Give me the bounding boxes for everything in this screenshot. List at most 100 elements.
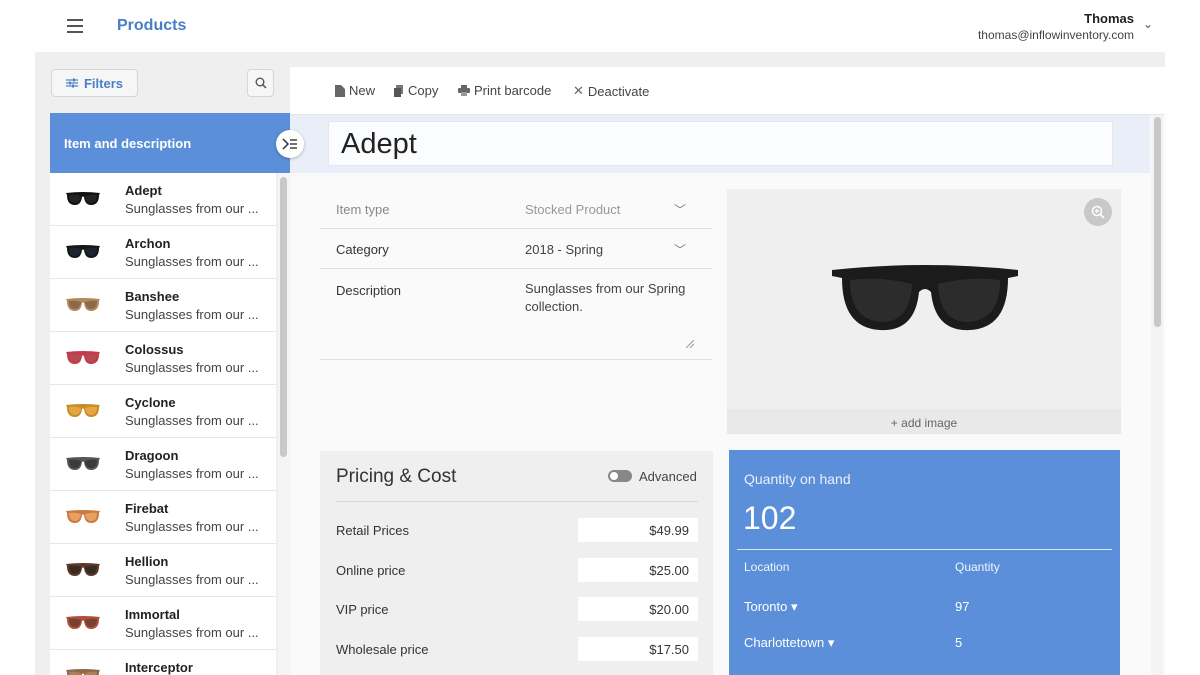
list-item[interactable]: Dragoon Sunglasses from our ... bbox=[50, 438, 276, 491]
sunglasses-thumbnail bbox=[66, 457, 100, 470]
list-item-name: Colossus bbox=[125, 342, 184, 357]
search-icon bbox=[255, 77, 267, 89]
item-details-form: Item type Stocked Product ﹀ Category 201… bbox=[320, 189, 712, 361]
collapse-panel-button[interactable] bbox=[276, 130, 304, 158]
sunglasses-thumbnail bbox=[66, 351, 100, 364]
top-bar: Products Thomas thomas@inflowinventory.c… bbox=[0, 0, 1200, 52]
printer-icon bbox=[458, 85, 470, 96]
deactivate-button[interactable]: ✕ Deactivate bbox=[573, 83, 649, 99]
collapse-list-icon bbox=[282, 138, 297, 150]
sunglasses-thumbnail bbox=[66, 616, 100, 629]
list-item[interactable]: Hellion Sunglasses from our ... bbox=[50, 544, 276, 597]
advanced-toggle[interactable] bbox=[608, 470, 632, 482]
toolbar: New Copy Print barcode ✕ Deactivate bbox=[290, 67, 1165, 115]
price-input[interactable]: $49.99 bbox=[578, 518, 698, 542]
chevron-down-icon[interactable]: ﹀ bbox=[674, 201, 686, 218]
list-scrollbar[interactable] bbox=[278, 173, 290, 675]
list-item[interactable]: Banshee Sunglasses from our ... bbox=[50, 279, 276, 332]
description-line: Sunglasses from our Spring bbox=[525, 281, 686, 296]
chevron-down-icon[interactable]: ﹀ bbox=[674, 241, 686, 258]
list-item[interactable]: Colossus Sunglasses from our ... bbox=[50, 332, 276, 385]
list-item[interactable]: Immortal Sunglasses from our ... bbox=[50, 597, 276, 650]
item-type-label: Item type bbox=[336, 202, 390, 217]
quantity-column-header: Quantity bbox=[955, 560, 1000, 574]
list-item[interactable]: Adept Sunglasses from our ... bbox=[50, 173, 276, 226]
deactivate-label: Deactivate bbox=[587, 83, 650, 99]
sunglasses-thumbnail bbox=[66, 192, 100, 205]
item-type-select[interactable]: Stocked Product bbox=[525, 201, 620, 219]
location-dropdown[interactable]: Charlottetown ▾ bbox=[744, 635, 834, 651]
list-item-name: Adept bbox=[125, 183, 162, 198]
list-scrollbar-thumb[interactable] bbox=[280, 177, 287, 457]
sunglasses-thumbnail bbox=[66, 404, 100, 417]
zoom-button[interactable] bbox=[1084, 198, 1112, 226]
resize-handle-icon[interactable] bbox=[686, 340, 694, 348]
filters-button[interactable]: Filters bbox=[51, 69, 138, 97]
list-item[interactable]: Archon Sunglasses from our ... bbox=[50, 226, 276, 279]
price-label: VIP price bbox=[336, 602, 389, 617]
quantity-title: Quantity on hand bbox=[744, 471, 851, 487]
list-item-name: Firebat bbox=[125, 501, 169, 516]
print-barcode-button[interactable]: Print barcode bbox=[458, 83, 551, 98]
sunglasses-thumbnail bbox=[66, 298, 100, 311]
description-textarea[interactable]: Sunglasses from our Spring collection. bbox=[525, 280, 685, 316]
category-select[interactable]: 2018 - Spring bbox=[525, 241, 603, 259]
new-button[interactable]: New bbox=[335, 83, 375, 98]
print-barcode-label: Print barcode bbox=[474, 83, 552, 98]
detail-scrollbar[interactable] bbox=[1151, 115, 1163, 675]
detail-scrollbar-thumb[interactable] bbox=[1154, 117, 1161, 327]
category-row[interactable]: Category 2018 - Spring ﹀ bbox=[320, 229, 712, 269]
location-column-header: Location bbox=[744, 560, 790, 574]
list-item-description: Sunglasses from our ... bbox=[125, 254, 259, 269]
description-line: collection. bbox=[525, 299, 583, 314]
sunglasses-thumbnail bbox=[66, 669, 100, 675]
list-item-name: Hellion bbox=[125, 554, 169, 569]
list-item-name: Banshee bbox=[125, 289, 180, 304]
divider bbox=[336, 501, 698, 502]
list-item-description: Sunglasses from our ... bbox=[125, 413, 259, 428]
list-item-description: Sunglasses from our ... bbox=[125, 466, 259, 481]
list-item-description: Sunglasses from our ... bbox=[125, 201, 259, 216]
list-item-description: Sunglasses from our ... bbox=[125, 519, 259, 534]
list-item[interactable]: Firebat Sunglasses from our ... bbox=[50, 491, 276, 544]
location-dropdown[interactable]: Toronto ▾ bbox=[744, 599, 798, 615]
sunglasses-thumbnail bbox=[66, 245, 100, 258]
list-item-description: Sunglasses from our ... bbox=[125, 572, 259, 587]
price-label: Retail Prices bbox=[336, 523, 409, 538]
copy-icon bbox=[394, 84, 403, 97]
price-input[interactable]: $25.00 bbox=[578, 558, 698, 582]
price-input[interactable]: $20.00 bbox=[578, 597, 698, 621]
list-item-name: Archon bbox=[125, 236, 171, 251]
user-name[interactable]: Thomas bbox=[1084, 11, 1134, 26]
menu-icon[interactable] bbox=[67, 19, 85, 33]
close-icon: ✕ bbox=[573, 83, 584, 98]
list-item-description: Sunglasses from our ... bbox=[125, 625, 259, 640]
list-item[interactable]: InterceptorSunglasses from our ... bbox=[50, 650, 276, 675]
advanced-label: Advanced bbox=[639, 469, 697, 484]
file-icon bbox=[335, 84, 345, 97]
pricing-title: Pricing & Cost bbox=[336, 466, 457, 487]
quantity-total: 102 bbox=[743, 500, 797, 536]
list-item[interactable]: Cyclone Sunglasses from our ... bbox=[50, 385, 276, 438]
price-input[interactable]: $17.50 bbox=[578, 637, 698, 661]
user-email[interactable]: thomas@inflowinventory.com bbox=[978, 28, 1134, 42]
list-header[interactable]: Item and description bbox=[50, 113, 290, 173]
page-title: Products bbox=[117, 17, 187, 34]
copy-label: Copy bbox=[408, 83, 439, 98]
add-image-link[interactable]: + add image bbox=[727, 409, 1121, 434]
chevron-down-icon[interactable]: ⌄ bbox=[1143, 17, 1153, 31]
price-label: Wholesale price bbox=[336, 642, 429, 657]
location-quantity: 5 bbox=[955, 635, 963, 650]
copy-button[interactable]: Copy bbox=[394, 83, 438, 98]
description-row[interactable]: Description Sunglasses from our Spring c… bbox=[320, 269, 712, 360]
sunglasses-image bbox=[832, 265, 1018, 331]
price-label: Online price bbox=[336, 563, 406, 578]
item-name-input[interactable]: Adept bbox=[328, 121, 1113, 166]
product-list: Adept Sunglasses from our ... Archon Sungla… bbox=[50, 173, 276, 675]
location-quantity: 97 bbox=[955, 599, 970, 614]
search-button[interactable] bbox=[247, 69, 274, 97]
product-image-area[interactable] bbox=[727, 189, 1121, 434]
new-label: New bbox=[349, 83, 376, 98]
list-item-name: Cyclone bbox=[125, 395, 176, 410]
item-type-row[interactable]: Item type Stocked Product ﹀ bbox=[320, 189, 712, 229]
